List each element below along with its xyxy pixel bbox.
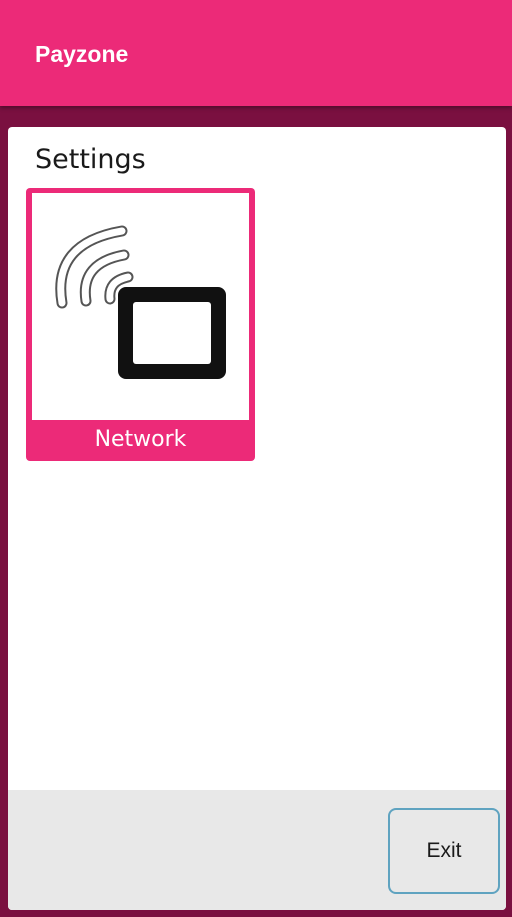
app-bar: Payzone (0, 0, 512, 106)
network-tile-label: Network (94, 427, 187, 452)
network-tile-image (32, 193, 249, 420)
network-terminal-icon (55, 225, 226, 379)
footer-bar: Exit (8, 790, 506, 910)
settings-title: Settings (35, 144, 146, 175)
network-tile[interactable]: Network (26, 188, 255, 461)
exit-button[interactable]: Exit (388, 808, 500, 894)
settings-panel: Settings Network Exit (8, 127, 506, 910)
app-title: Payzone (35, 41, 129, 67)
